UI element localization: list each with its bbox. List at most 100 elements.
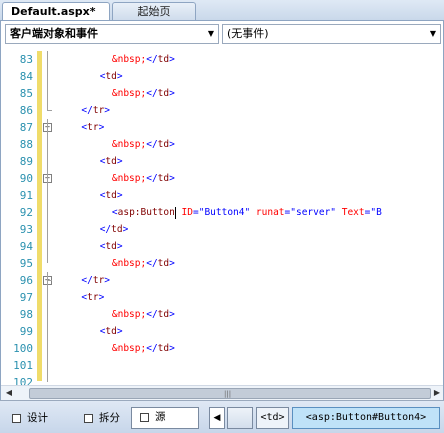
split-view-label: 拆分 — [99, 412, 120, 424]
line-number: 90 — [19, 172, 33, 185]
code-line[interactable]: &nbsp;</td> — [112, 51, 175, 68]
code-token: td — [105, 71, 117, 82]
design-view-icon — [12, 413, 21, 423]
code-line[interactable]: <tr> — [81, 119, 104, 136]
outline-guide — [47, 51, 48, 110]
scroll-left-icon[interactable]: ◀ — [3, 387, 15, 399]
code-token: > — [104, 275, 111, 286]
code-line[interactable]: </tr> — [81, 272, 110, 289]
code-token: runat — [250, 207, 285, 218]
grip-icon: ||| — [224, 390, 232, 398]
breadcrumb-asp-button[interactable]: <asp:Button#Button4> — [292, 407, 440, 429]
code-line[interactable]: </tr> — [81, 102, 110, 119]
code-token: ="Button4" — [193, 207, 251, 218]
design-view-button[interactable]: 设计 — [12, 409, 48, 427]
code-token: </ — [146, 173, 158, 184]
source-view-button[interactable]: 源 — [131, 407, 199, 429]
outline-guide — [47, 119, 48, 263]
code-editor[interactable]: 客户端对象和事件 ▼ (无事件) ▼ 83 84 85 86 87 88 89 90 91 92 9… — [0, 20, 444, 400]
code-token: > — [104, 105, 111, 116]
code-token: </ — [146, 139, 158, 150]
code-line[interactable]: <tr> — [81, 289, 104, 306]
scrollbar-thumb[interactable]: ||| — [29, 388, 431, 399]
code-line[interactable]: <td> — [100, 153, 123, 170]
breadcrumb-td[interactable]: <td> — [256, 407, 289, 429]
code-line[interactable]: &nbsp;</td> — [112, 170, 175, 187]
source-view-icon — [140, 412, 149, 422]
code-token: Text — [336, 207, 365, 218]
code-token: td — [105, 241, 117, 252]
code-token: td — [105, 156, 117, 167]
code-token: </ — [99, 224, 112, 235]
scroll-right-icon[interactable]: ▶ — [431, 387, 443, 399]
code-line[interactable]: <td> — [100, 323, 123, 340]
code-token: </ — [81, 275, 93, 286]
code-line[interactable]: &nbsp;</td> — [112, 255, 175, 272]
code-token: td — [157, 343, 170, 354]
changed-lines-marker — [37, 51, 42, 381]
code-line[interactable]: &nbsp;</td> — [112, 340, 175, 357]
code-token: > — [98, 122, 105, 133]
code-line[interactable]: &nbsp;</td> — [112, 85, 175, 102]
horizontal-scrollbar[interactable]: ◀ ||| ▶ — [1, 385, 443, 400]
code-token: </ — [146, 309, 158, 320]
code-token: td — [157, 54, 170, 65]
line-number: 99 — [19, 325, 33, 338]
tab-start-page[interactable]: 起始页 — [112, 2, 196, 20]
chevron-down-icon: ▼ — [207, 29, 214, 38]
code-token: &nbsp; — [111, 88, 147, 99]
code-token: td — [105, 326, 117, 337]
line-number: 97 — [19, 291, 33, 304]
code-line[interactable]: <td> — [100, 187, 123, 204]
code-line[interactable]: <td> — [100, 238, 123, 255]
code-line[interactable]: &nbsp;</td> — [112, 306, 175, 323]
line-number: 89 — [19, 155, 33, 168]
split-view-icon — [84, 413, 93, 423]
code-token: > — [116, 326, 123, 337]
code-token: > — [169, 88, 175, 99]
line-number: 94 — [19, 240, 33, 253]
events-combo[interactable]: (无事件) ▼ — [222, 24, 441, 44]
line-number: 84 — [19, 70, 33, 83]
code-text-area[interactable]: &nbsp;</td> <td> &nbsp;</td> </tr> <tr> &nbsp… — [57, 51, 443, 399]
code-token: &nbsp; — [111, 139, 147, 150]
code-token: td — [157, 88, 170, 99]
code-token: > — [116, 241, 123, 252]
line-number: 101 — [13, 359, 33, 372]
code-token: > — [169, 309, 175, 320]
client-objects-combo[interactable]: 客户端对象和事件 ▼ — [5, 24, 219, 44]
code-token: > — [169, 258, 175, 269]
code-token: > — [122, 224, 129, 235]
code-token: > — [98, 292, 105, 303]
line-number: 100 — [13, 342, 33, 355]
line-number: 95 — [19, 257, 33, 270]
previous-tag-button[interactable]: ◀ — [209, 407, 225, 429]
split-view-button[interactable]: 拆分 — [84, 409, 120, 427]
code-token: tr — [92, 105, 105, 116]
line-number: 92 — [19, 206, 33, 219]
code-line[interactable]: <asp:Button ID="Button4" runat="server" … — [112, 204, 382, 221]
line-number: 86 — [19, 104, 33, 117]
outline-end-tick — [47, 110, 52, 111]
code-token: </ — [146, 88, 158, 99]
outline-end-tick — [47, 280, 52, 281]
line-number-gutter: 83 84 85 86 87 88 89 90 91 92 93 94 95 96 97 98 99 100 101… — [1, 51, 42, 399]
document-tab-strip: Default.aspx* 起始页 — [0, 0, 444, 20]
code-token: > — [169, 139, 175, 150]
code-token: td — [157, 309, 170, 320]
line-number: 93 — [19, 223, 33, 236]
code-token: asp:Button — [117, 207, 175, 218]
line-number: 87 — [19, 121, 33, 134]
client-objects-combo-value: 客户端对象和事件 — [10, 27, 98, 40]
code-line[interactable]: <td> — [100, 68, 123, 85]
source-view-label: 源 — [155, 411, 166, 423]
code-line[interactable]: </td> — [100, 221, 129, 238]
code-token: ="B — [364, 207, 382, 218]
line-number: 91 — [19, 189, 33, 202]
code-token: tr — [87, 292, 99, 303]
code-token: > — [116, 71, 123, 82]
line-number: 85 — [19, 87, 33, 100]
next-tag-button[interactable] — [227, 407, 253, 429]
tab-default-aspx[interactable]: Default.aspx* — [2, 2, 110, 20]
code-line[interactable]: &nbsp;</td> — [112, 136, 175, 153]
